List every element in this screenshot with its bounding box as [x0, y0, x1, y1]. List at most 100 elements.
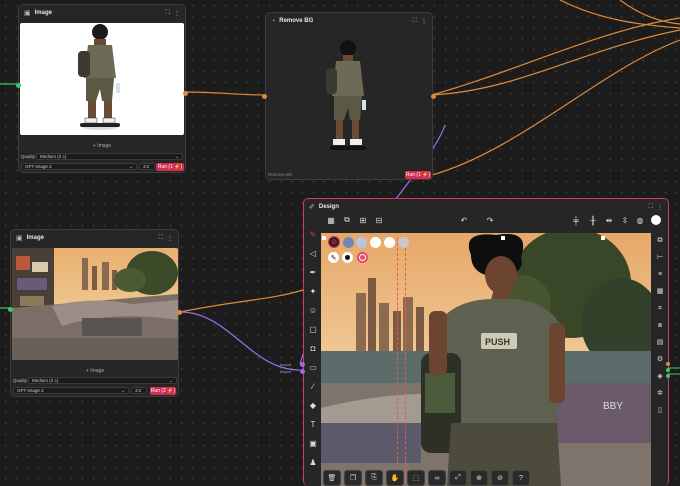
- add-image-button[interactable]: + Image: [12, 368, 178, 374]
- crop-icon[interactable]: ⌗: [658, 302, 662, 315]
- select-area-icon[interactable]: ⬚: [407, 470, 425, 486]
- model-select[interactable]: GPT Image 2 ⌄: [21, 163, 137, 170]
- group-icon[interactable]: ⊞: [357, 214, 369, 226]
- quality-select[interactable]: Medium (2 c) ⌄: [28, 377, 177, 384]
- gear-icon[interactable]: ✲: [657, 387, 663, 400]
- grid-icon[interactable]: ▦: [657, 285, 664, 298]
- distribute-h-icon[interactable]: ⇹: [603, 214, 615, 226]
- input-port[interactable]: [300, 369, 305, 374]
- delete-icon[interactable]: 🗑: [323, 470, 341, 486]
- output-port[interactable]: [666, 368, 670, 372]
- more-icon[interactable]: ⋮: [174, 10, 180, 17]
- distribute-v-icon[interactable]: ⇳: [619, 214, 631, 226]
- target-icon[interactable]: ⊕: [470, 470, 488, 486]
- stamp-tool-icon[interactable]: ♟: [309, 456, 316, 470]
- image-tool-icon[interactable]: ▣: [309, 437, 317, 451]
- model-select[interactable]: GPT Image 2 ⌄: [13, 387, 129, 394]
- table-icon[interactable]: ▤: [657, 336, 664, 349]
- output-port[interactable]: [666, 374, 670, 378]
- layout-tool-1-icon[interactable]: ▦: [325, 214, 337, 226]
- sort-icon[interactable]: ≡: [658, 268, 662, 281]
- layout-tool-2-icon[interactable]: ⧉: [341, 214, 353, 226]
- node-header[interactable]: ✐ Design ⛶ ⋮: [304, 199, 668, 215]
- expand-icon[interactable]: ⛶: [166, 10, 170, 17]
- ratio-select[interactable]: 3:2: [131, 387, 147, 394]
- input-port[interactable]: [8, 307, 13, 312]
- select-tool-icon[interactable]: ◁: [310, 247, 316, 261]
- copy-icon[interactable]: ❐: [344, 470, 362, 486]
- pencil-tool-icon[interactable]: ∕: [312, 380, 313, 394]
- fit-icon[interactable]: ⤢: [449, 470, 467, 486]
- image-node-1[interactable]: ▣ Image ⛶ ⋮ + Image Quality Medium (2 c)…: [16, 4, 188, 173]
- more-icon[interactable]: ⋮: [167, 235, 173, 242]
- node-header[interactable]: ▣ Image ⛶ ⋮: [11, 230, 178, 246]
- emoji-tool-icon[interactable]: ☺: [309, 304, 317, 318]
- output-port[interactable]: [183, 91, 188, 96]
- record-icon[interactable]: [357, 252, 368, 263]
- redo-icon[interactable]: ↷: [484, 214, 496, 226]
- hand-icon[interactable]: ✋: [386, 470, 404, 486]
- expand-icon[interactable]: ⛶: [413, 18, 417, 25]
- stack-icon[interactable]: ◈: [657, 370, 662, 383]
- quality-select[interactable]: Medium (2 c) ⌄: [36, 153, 183, 160]
- node-header[interactable]: ◔ Remove BG ⛶ ⋮: [266, 13, 432, 29]
- more-icon[interactable]: ⋮: [657, 204, 663, 211]
- align-middle-icon[interactable]: ╫: [587, 214, 599, 226]
- run-button[interactable]: Run (1 ⚡): [405, 171, 431, 179]
- ungroup-icon[interactable]: ⊟: [373, 214, 385, 226]
- output-port[interactable]: [431, 94, 436, 99]
- color-swatch[interactable]: [384, 237, 395, 248]
- image-node-2[interactable]: ▣ Image ⛶ ⋮ + Image Quality Medium (2 c)…: [8, 229, 182, 397]
- image-preview[interactable]: [316, 38, 380, 156]
- canvas-handle[interactable]: [501, 236, 505, 240]
- canvas-handle[interactable]: [601, 236, 605, 240]
- brush-tool-icon[interactable]: ✎: [310, 228, 317, 242]
- settings-icon[interactable]: ⚙: [657, 353, 663, 366]
- selection-frame[interactable]: [397, 238, 398, 484]
- output-port[interactable]: [666, 362, 670, 366]
- eraser-tool-icon[interactable]: ◆: [310, 399, 316, 413]
- document-icon[interactable]: ▯: [658, 404, 662, 417]
- more-icon[interactable]: ⋮: [421, 18, 427, 25]
- chat-tool-icon[interactable]: ▭: [309, 361, 317, 375]
- globe-icon[interactable]: ◍: [634, 214, 646, 226]
- help-icon[interactable]: ?: [512, 470, 530, 486]
- pen-icon[interactable]: ✎: [328, 252, 339, 263]
- run-button[interactable]: Run (2 ⚡): [150, 387, 176, 395]
- image-preview[interactable]: [12, 248, 178, 360]
- dot-brush-icon[interactable]: [342, 252, 353, 263]
- input-port[interactable]: [16, 83, 21, 88]
- expand-icon[interactable]: ⛶: [649, 204, 653, 211]
- block-icon[interactable]: ⊘: [491, 470, 509, 486]
- text-tool-icon[interactable]: T: [311, 418, 316, 432]
- input-port[interactable]: [262, 94, 267, 99]
- align-left-icon[interactable]: ⊢: [657, 251, 663, 264]
- node-header[interactable]: ▣ Image ⛶ ⋮: [19, 5, 185, 21]
- color-swatch[interactable]: [343, 237, 354, 248]
- disable-brush-icon[interactable]: ⊘: [328, 236, 340, 248]
- paste-icon[interactable]: ⎘: [365, 470, 383, 486]
- design-canvas[interactable]: BBY PUSH: [321, 233, 651, 486]
- run-button[interactable]: Run (1 ⚡): [156, 163, 184, 171]
- undo-icon[interactable]: ↶: [458, 214, 470, 226]
- align-center-icon[interactable]: ╪: [570, 214, 582, 226]
- sparkle-tool-icon[interactable]: ✦: [310, 285, 317, 299]
- output-port[interactable]: [177, 310, 182, 315]
- comment-tool-icon[interactable]: ◘: [311, 342, 316, 356]
- expand-icon[interactable]: ⛶: [159, 235, 163, 242]
- add-image-button[interactable]: + Image: [20, 143, 184, 149]
- image-preview[interactable]: [20, 23, 184, 135]
- pen-tool-icon[interactable]: ✒: [310, 266, 317, 280]
- shape-tool-icon[interactable]: ▢: [309, 323, 317, 337]
- layers-icon[interactable]: ⧉: [658, 234, 663, 247]
- color-picker-icon[interactable]: [650, 214, 662, 226]
- canvas-handle[interactable]: [322, 236, 326, 240]
- color-swatch[interactable]: [370, 237, 381, 248]
- link-icon[interactable]: ∞: [428, 470, 446, 486]
- duplicate-icon[interactable]: ⧈: [658, 319, 662, 332]
- remove-bg-node[interactable]: ◔ Remove BG ⛶ ⋮ Remove BG Run (1 ⚡): [262, 12, 436, 180]
- color-swatch[interactable]: [398, 237, 409, 248]
- ratio-select[interactable]: 3:2: [139, 163, 155, 170]
- selection-frame[interactable]: [405, 238, 406, 484]
- color-swatch[interactable]: [356, 237, 367, 248]
